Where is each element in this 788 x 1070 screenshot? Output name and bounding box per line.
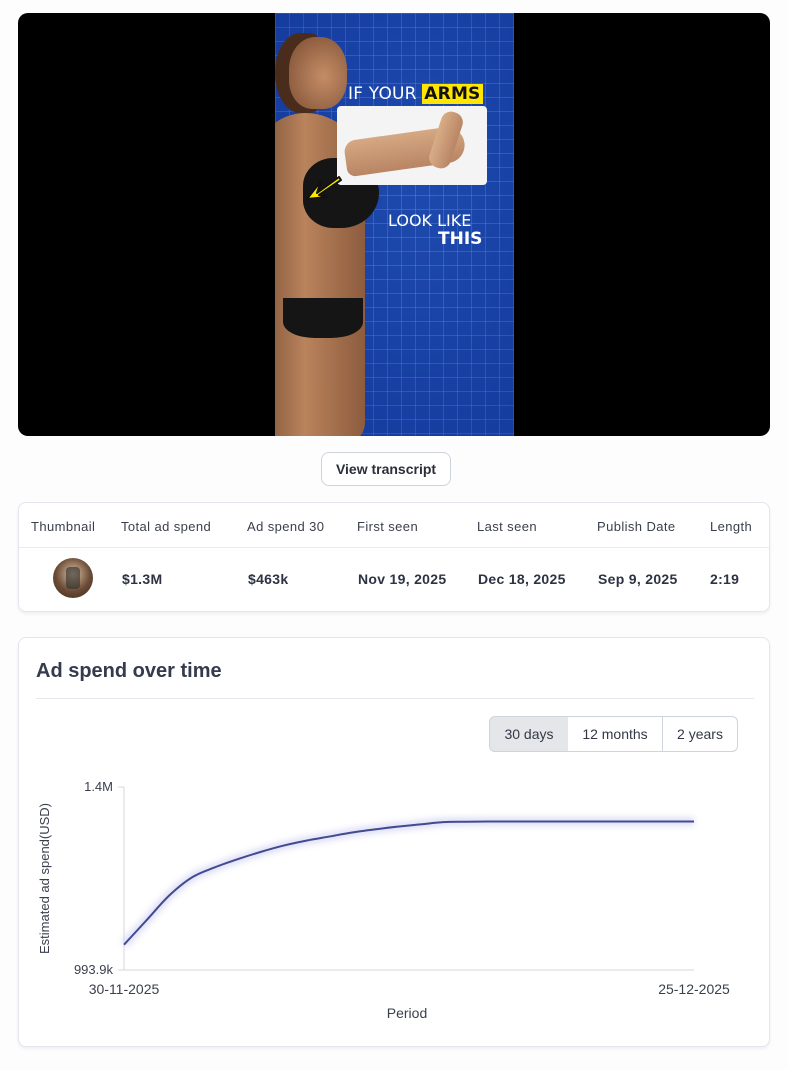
x-tick-label: 25-12-2025 [658,981,730,997]
cell-publish-date: Sep 9, 2025 [598,571,678,587]
y-tick-label: 993.9k [74,962,114,977]
y-axis-title: Estimated ad spend(USD) [37,803,52,954]
figure-bottom [283,298,363,338]
cell-total-ad-spend: $1.3M [122,571,163,587]
arrow-icon [306,176,342,200]
x-axis-title: Period [387,1005,427,1021]
header-last-seen: Last seen [477,519,537,534]
cell-last-seen: Dec 18, 2025 [478,571,566,587]
y-tick-label: 1.4M [84,779,113,794]
x-tick-label: 30-11-2025 [89,981,160,997]
video-caption-line2: LOOK LIKE [388,211,472,230]
header-length: Length [710,519,753,534]
figure-head [289,37,347,109]
header-total-ad-spend: Total ad spend [121,519,212,534]
video-caption-line3: THIS [438,229,483,249]
cell-first-seen: Nov 19, 2025 [358,571,447,587]
header-thumbnail: Thumbnail [31,519,96,534]
table-header: Thumbnail Total ad spend Ad spend 30 Fir… [19,503,769,548]
video-caption-line1: IF YOUR ARMS [348,84,483,104]
series-line [123,820,694,946]
ad-details-table: Thumbnail Total ad spend Ad spend 30 Fir… [18,502,770,612]
cell-ad-spend-30: $463k [248,571,289,587]
video-player[interactable]: IF YOUR ARMS LOOK LIKE THIS [18,13,770,436]
header-publish-date: Publish Date [597,519,676,534]
view-transcript-button[interactable]: View transcript [321,452,451,486]
ad-spend-chart-card: Ad spend over time 30 days 12 months 2 y… [18,637,770,1047]
ad-thumbnail[interactable] [53,558,93,598]
video-frame: IF YOUR ARMS LOOK LIKE THIS [275,13,514,436]
header-first-seen: First seen [357,519,419,534]
series-line-glow [120,816,694,948]
header-ad-spend-30: Ad spend 30 [247,519,325,534]
ad-spend-line-chart: 1.4M 993.9k 30-11-2025 25-12-2025 Estimated… [37,779,730,1021]
video-caption-highlight: ARMS [422,84,483,104]
cell-length: 2:19 [710,571,740,587]
